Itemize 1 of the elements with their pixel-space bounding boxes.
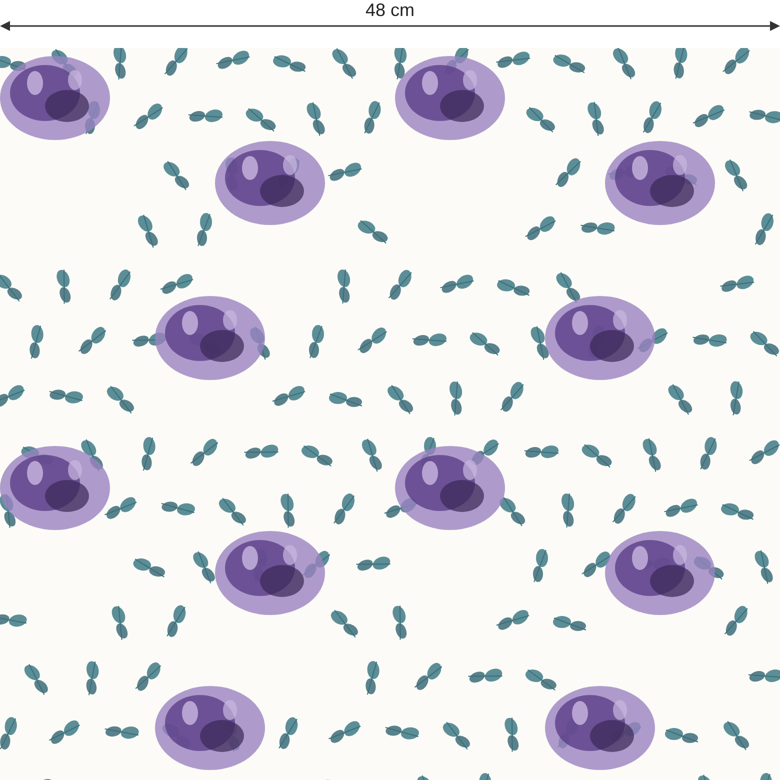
width-label: 48 cm bbox=[365, 0, 415, 20]
